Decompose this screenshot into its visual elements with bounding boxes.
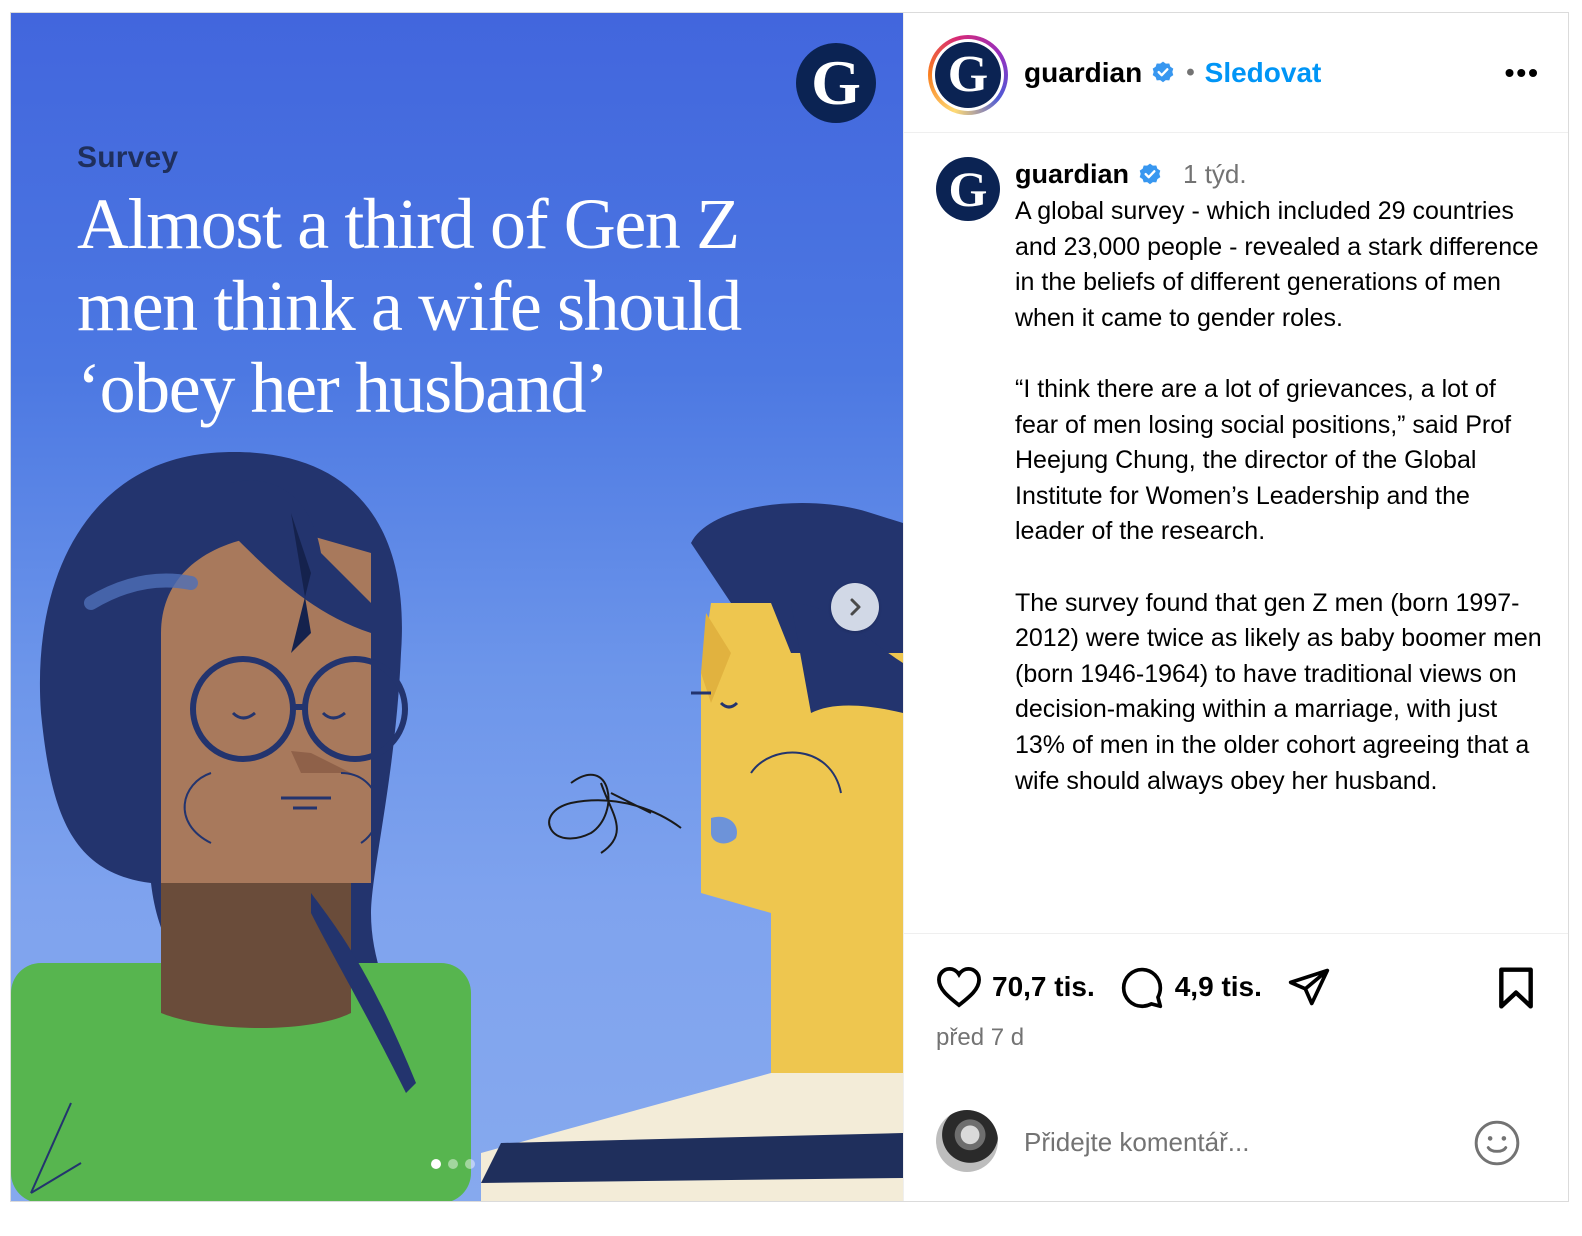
current-user-avatar bbox=[936, 1110, 998, 1172]
add-comment-row bbox=[904, 1102, 1568, 1201]
post-side-panel: G guardian • Sledovat ••• G guardian 1 t… bbox=[903, 13, 1568, 1201]
carousel-dot-2[interactable] bbox=[448, 1159, 458, 1169]
action-bar: 70,7 tis. 4,9 tis. bbox=[936, 962, 1536, 1012]
share-button[interactable] bbox=[1286, 965, 1332, 1009]
caption-text: A global survey - which included 29 coun… bbox=[1015, 197, 1542, 795]
save-button[interactable] bbox=[1496, 966, 1536, 1015]
carousel-dots bbox=[431, 1159, 475, 1169]
heart-icon bbox=[937, 966, 981, 1008]
comment-icon bbox=[1121, 967, 1162, 1009]
more-icon: ••• bbox=[1504, 57, 1540, 88]
caption-avatar[interactable]: G bbox=[936, 157, 1000, 221]
post-header: G guardian • Sledovat ••• bbox=[904, 13, 1568, 133]
like-count[interactable]: 70,7 tis. bbox=[992, 971, 1095, 1003]
follow-button[interactable]: Sledovat bbox=[1205, 57, 1322, 89]
caption-username[interactable]: guardian bbox=[1015, 159, 1129, 190]
woman-figure bbox=[11, 452, 471, 1201]
like-button[interactable]: 70,7 tis. bbox=[936, 966, 1095, 1008]
instagram-post: Survey Almost a third of Gen Z men think… bbox=[10, 12, 1569, 1202]
avatar: G bbox=[935, 42, 1001, 108]
media-kicker: Survey bbox=[77, 141, 179, 174]
actions-section: 70,7 tis. 4,9 tis. před 7 d Přidejte kom… bbox=[904, 933, 1568, 1201]
carousel-dot-3[interactable] bbox=[465, 1159, 475, 1169]
bookmark-icon bbox=[1499, 967, 1533, 1009]
emoji-button[interactable] bbox=[1472, 1118, 1522, 1173]
more-options-button[interactable]: ••• bbox=[1505, 57, 1540, 89]
username-link[interactable]: guardian bbox=[1024, 57, 1142, 89]
carousel-dot-1[interactable] bbox=[431, 1159, 441, 1169]
caption-section: G guardian 1 týd. A global survey - whic… bbox=[904, 133, 1568, 933]
next-slide-button[interactable] bbox=[831, 583, 879, 631]
emoji-icon bbox=[1474, 1120, 1520, 1166]
chevron-right-icon bbox=[850, 598, 861, 616]
comment-input[interactable] bbox=[1024, 1122, 1444, 1162]
story-ring-avatar[interactable]: G bbox=[928, 35, 1008, 115]
verified-badge-icon bbox=[1152, 61, 1174, 83]
verified-badge-icon bbox=[1139, 163, 1161, 184]
post-date[interactable]: před 7 d bbox=[936, 1024, 1024, 1052]
comment-count[interactable]: 4,9 tis. bbox=[1175, 971, 1262, 1003]
share-icon bbox=[1288, 968, 1330, 1006]
comment-button[interactable]: 4,9 tis. bbox=[1119, 965, 1262, 1009]
header-separator: • bbox=[1186, 59, 1195, 86]
media-headline: Almost a third of Gen Z men think a wife… bbox=[77, 184, 742, 428]
caption-time[interactable]: 1 týd. bbox=[1183, 159, 1247, 190]
guardian-logo: G bbox=[796, 43, 876, 123]
post-media[interactable]: Survey Almost a third of Gen Z men think… bbox=[11, 13, 903, 1201]
header-user: guardian • Sledovat bbox=[1024, 57, 1321, 89]
caption-header: guardian 1 týd. bbox=[1015, 159, 1247, 190]
